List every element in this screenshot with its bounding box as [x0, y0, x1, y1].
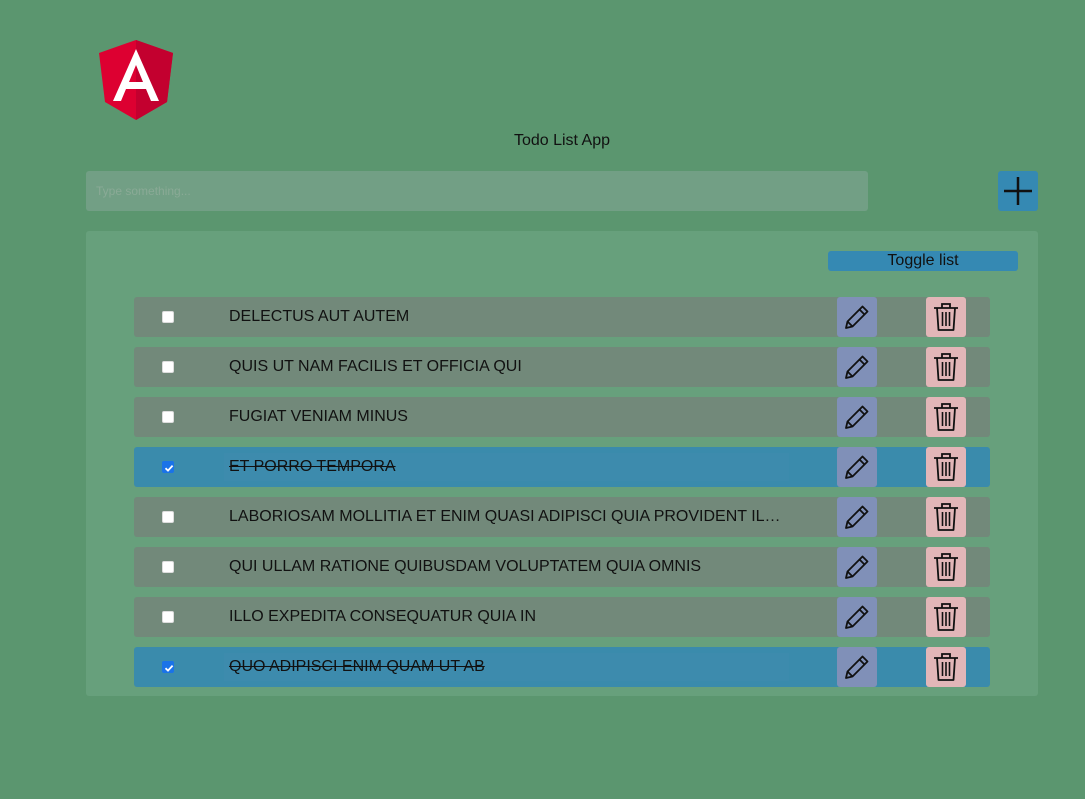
edit-button[interactable]: [837, 497, 877, 537]
checkmark-icon: [164, 464, 174, 472]
todo-input[interactable]: [86, 171, 868, 211]
plus-icon: [1004, 177, 1032, 205]
todo-checkbox[interactable]: [162, 361, 174, 373]
pencil-icon: [845, 655, 869, 679]
edit-button[interactable]: [837, 597, 877, 637]
pencil-icon: [845, 305, 869, 329]
edit-button[interactable]: [837, 447, 877, 487]
todo-item: QUIS UT NAM FACILIS ET OFFICIA QUI: [134, 347, 990, 387]
delete-button[interactable]: [926, 347, 966, 387]
todo-title: QUO ADIPISCI ENIM QUAM UT AB: [229, 658, 485, 675]
todo-checkbox[interactable]: [162, 561, 174, 573]
edit-button[interactable]: [837, 547, 877, 587]
trash-icon: [934, 653, 958, 681]
todo-checkbox[interactable]: [162, 661, 174, 673]
edit-button[interactable]: [837, 347, 877, 387]
pencil-icon: [845, 555, 869, 579]
edit-button[interactable]: [837, 397, 877, 437]
delete-button[interactable]: [926, 597, 966, 637]
delete-button[interactable]: [926, 397, 966, 437]
edit-button[interactable]: [837, 297, 877, 337]
trash-icon: [934, 603, 958, 631]
todo-checkbox[interactable]: [162, 411, 174, 423]
todo-title: LABORIOSAM MOLLITIA ET ENIM QUASI ADIPIS…: [229, 508, 784, 525]
pencil-icon: [845, 605, 869, 629]
todo-item: QUO ADIPISCI ENIM QUAM UT AB: [134, 647, 990, 687]
todo-item: LABORIOSAM MOLLITIA ET ENIM QUASI ADIPIS…: [134, 497, 990, 537]
trash-icon: [934, 503, 958, 531]
angular-logo-icon: [99, 40, 173, 120]
delete-button[interactable]: [926, 297, 966, 337]
toggle-list-button[interactable]: Toggle list: [828, 251, 1018, 271]
pencil-icon: [845, 455, 869, 479]
delete-button[interactable]: [926, 547, 966, 587]
todo-title: QUI ULLAM RATIONE QUIBUSDAM VOLUPTATEM Q…: [229, 558, 702, 575]
pencil-icon: [845, 505, 869, 529]
todo-checkbox[interactable]: [162, 311, 174, 323]
pencil-icon: [845, 355, 869, 379]
todo-panel: Toggle list DELECTUS AUT AUTEM QUIS UT NA…: [86, 231, 1038, 696]
todo-checkbox[interactable]: [162, 511, 174, 523]
todo-checkbox[interactable]: [162, 461, 174, 473]
todo-title: DELECTUS AUT AUTEM: [229, 308, 410, 325]
add-todo-button[interactable]: [998, 171, 1038, 211]
delete-button[interactable]: [926, 497, 966, 537]
edit-button[interactable]: [837, 647, 877, 687]
todo-item: ET PORRO TEMPORA: [134, 447, 990, 487]
todo-title: FUGIAT VENIAM MINUS: [229, 408, 408, 425]
pencil-icon: [845, 405, 869, 429]
todo-item: DELECTUS AUT AUTEM: [134, 297, 990, 337]
todo-title: ILLO EXPEDITA CONSEQUATUR QUIA IN: [229, 608, 537, 625]
trash-icon: [934, 453, 958, 481]
checkmark-icon: [164, 664, 174, 672]
todo-title: QUIS UT NAM FACILIS ET OFFICIA QUI: [229, 358, 522, 375]
trash-icon: [934, 303, 958, 331]
todo-item: ILLO EXPEDITA CONSEQUATUR QUIA IN: [134, 597, 990, 637]
trash-icon: [934, 553, 958, 581]
todo-item: QUI ULLAM RATIONE QUIBUSDAM VOLUPTATEM Q…: [134, 547, 990, 587]
trash-icon: [934, 353, 958, 381]
todo-list: DELECTUS AUT AUTEM QUIS UT NAM FACILIS ET…: [134, 297, 990, 697]
trash-icon: [934, 403, 958, 431]
todo-checkbox[interactable]: [162, 611, 174, 623]
todo-title: ET PORRO TEMPORA: [229, 458, 396, 475]
page-title: Todo List App: [513, 132, 611, 149]
todo-item: FUGIAT VENIAM MINUS: [134, 397, 990, 437]
delete-button[interactable]: [926, 647, 966, 687]
delete-button[interactable]: [926, 447, 966, 487]
